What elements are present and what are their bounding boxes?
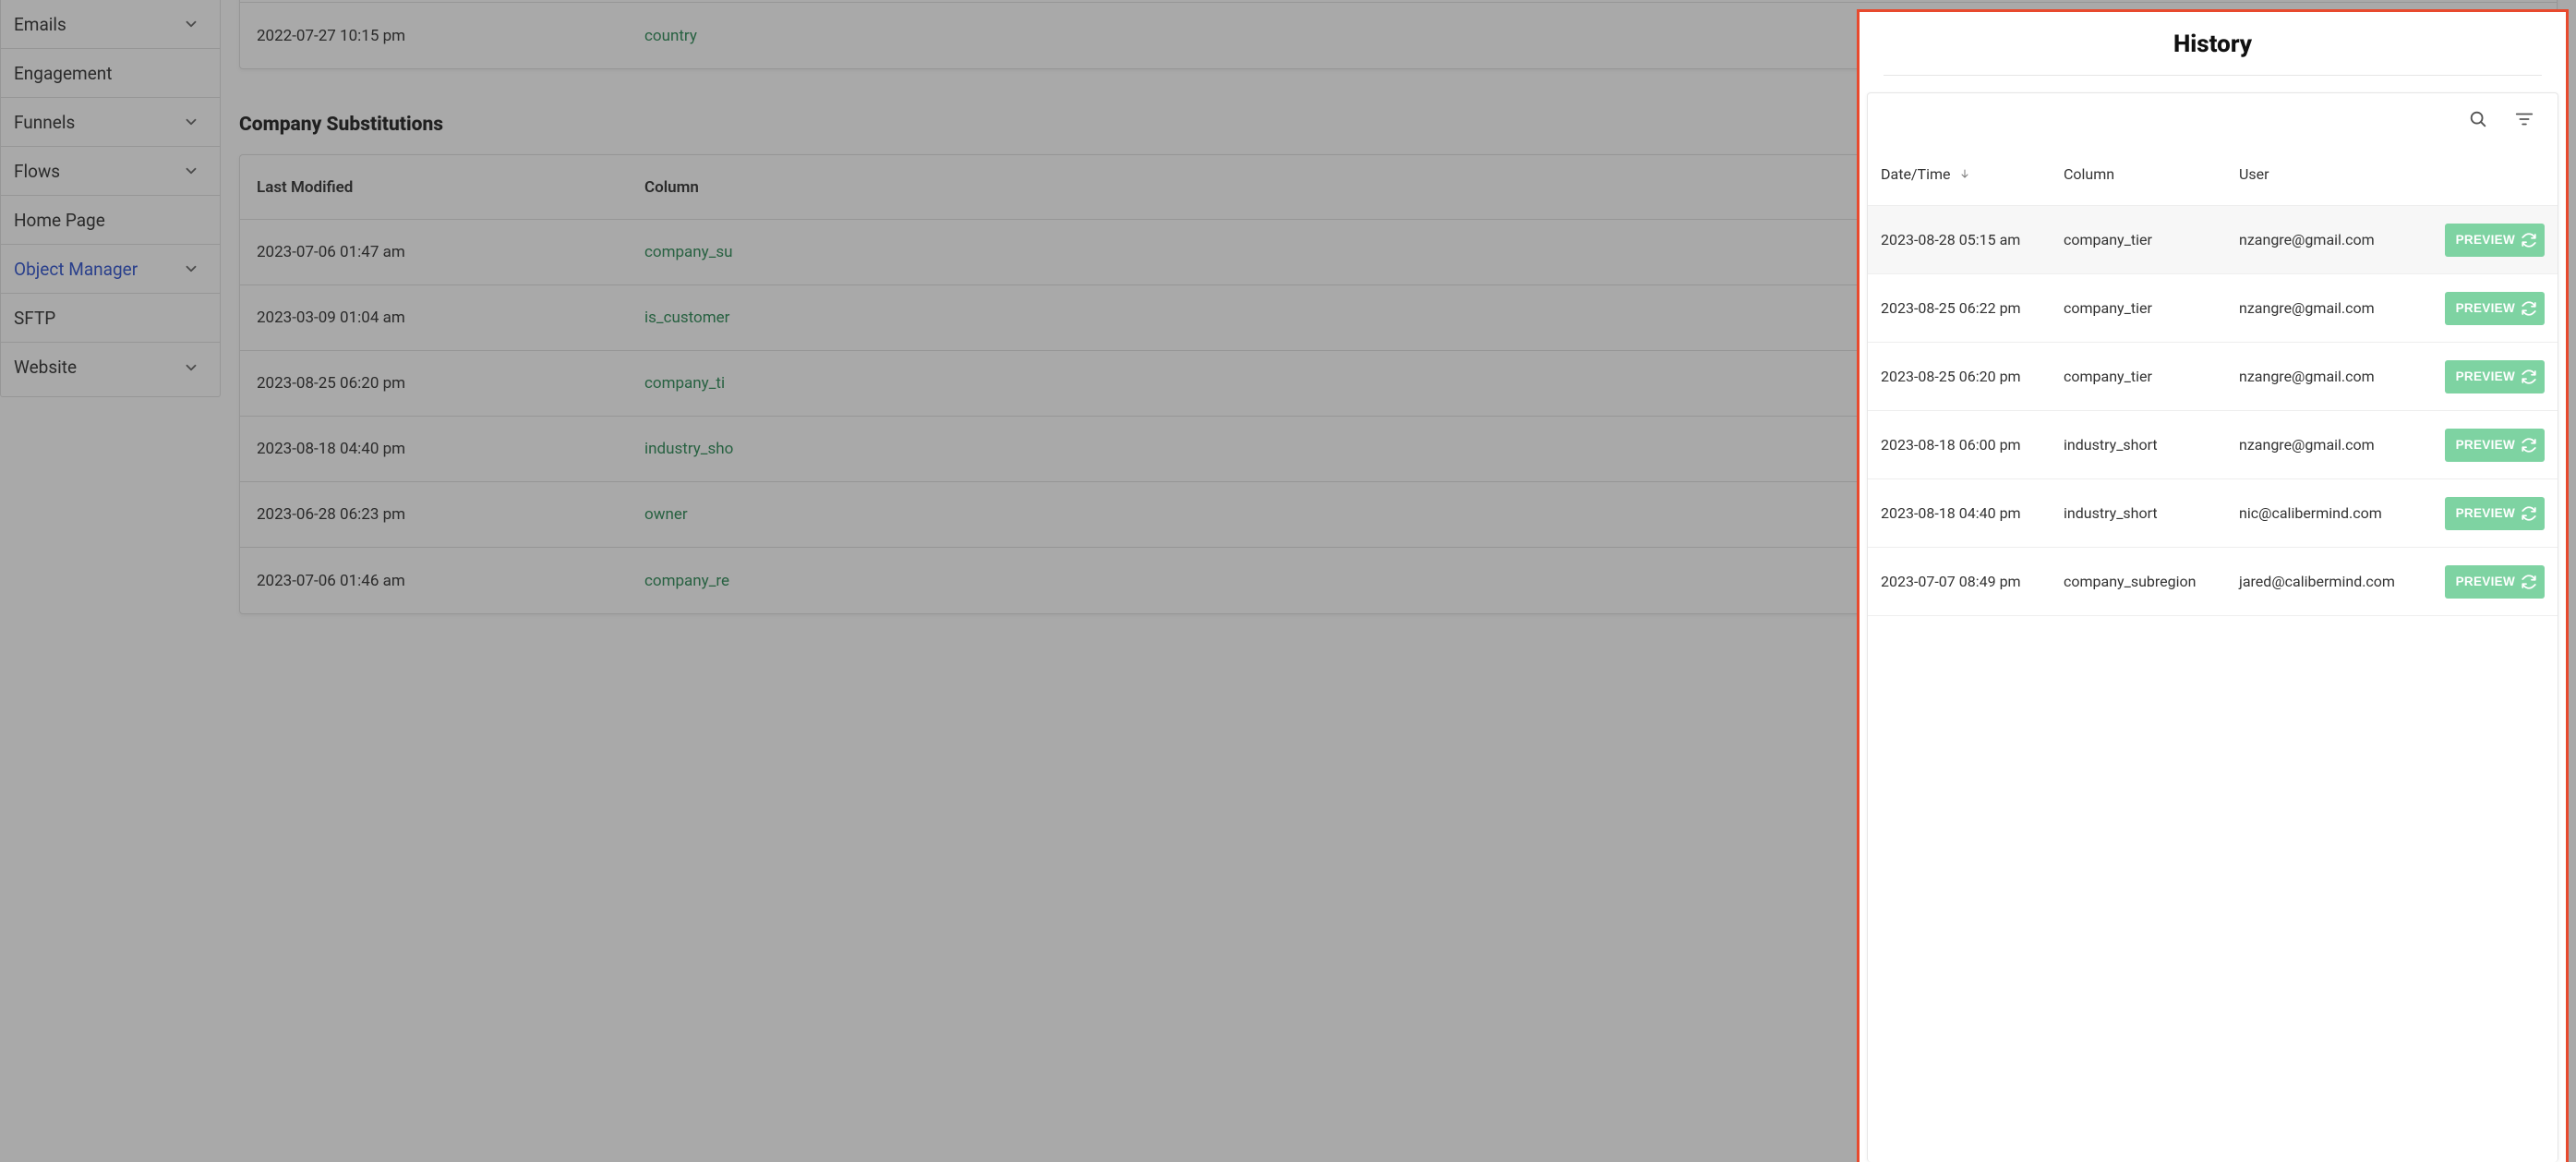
history-row[interactable]: 2023-08-18 04:40 pmindustry_shortnic@cal… xyxy=(1868,479,2558,548)
cell-user: jared@calibermind.com xyxy=(2239,573,2441,590)
cell-date: 2023-08-18 04:40 pm xyxy=(1881,504,2064,522)
preview-button[interactable]: PREVIEW xyxy=(2445,429,2545,462)
preview-label: PREVIEW xyxy=(2456,301,2515,315)
header-label: Date/Time xyxy=(1881,165,1950,183)
header-column[interactable]: Column xyxy=(2064,165,2239,183)
cell-column: company_subregion xyxy=(2064,573,2239,590)
preview-button[interactable]: PREVIEW xyxy=(2445,497,2545,530)
drawer-title: History xyxy=(1860,12,2566,75)
cell-date: 2023-08-25 06:22 pm xyxy=(1881,299,2064,317)
history-row[interactable]: 2023-08-25 06:20 pmcompany_tiernzangre@g… xyxy=(1868,343,2558,411)
cell-user: nzangre@gmail.com xyxy=(2239,368,2441,385)
refresh-icon xyxy=(2521,505,2537,522)
refresh-icon xyxy=(2521,369,2537,385)
refresh-icon xyxy=(2521,300,2537,317)
preview-label: PREVIEW xyxy=(2456,575,2515,588)
history-card: Date/Time Column User 2023-08-28 05:15 a… xyxy=(1867,92,2558,1162)
history-row[interactable]: 2023-08-18 06:00 pmindustry_shortnzangre… xyxy=(1868,411,2558,479)
cell-user: nzangre@gmail.com xyxy=(2239,299,2441,317)
header-date-time[interactable]: Date/Time xyxy=(1881,165,2064,183)
history-header-row: Date/Time Column User xyxy=(1868,143,2558,206)
history-drawer: History Date/Time Column User 2023-08-28… xyxy=(1857,9,2569,1162)
cell-column: company_tier xyxy=(2064,368,2239,385)
refresh-icon xyxy=(2521,437,2537,454)
preview-button[interactable]: PREVIEW xyxy=(2445,360,2545,393)
cell-user: nzangre@gmail.com xyxy=(2239,231,2441,248)
cell-column: industry_short xyxy=(2064,436,2239,454)
preview-label: PREVIEW xyxy=(2456,233,2515,247)
cell-column: company_tier xyxy=(2064,299,2239,317)
history-row[interactable]: 2023-07-07 08:49 pmcompany_subregionjare… xyxy=(1868,548,2558,616)
sort-desc-icon xyxy=(1959,168,1970,183)
cell-date: 2023-08-25 06:20 pm xyxy=(1881,368,2064,385)
search-icon[interactable] xyxy=(2467,108,2489,130)
history-row[interactable]: 2023-08-28 05:15 amcompany_tiernzangre@g… xyxy=(1868,206,2558,274)
cell-user: nic@calibermind.com xyxy=(2239,504,2441,522)
preview-label: PREVIEW xyxy=(2456,506,2515,520)
divider xyxy=(1884,75,2542,76)
history-row[interactable]: 2023-08-25 06:22 pmcompany_tiernzangre@g… xyxy=(1868,274,2558,343)
cell-date: 2023-08-28 05:15 am xyxy=(1881,231,2064,248)
refresh-icon xyxy=(2521,574,2537,590)
preview-label: PREVIEW xyxy=(2456,369,2515,383)
preview-button[interactable]: PREVIEW xyxy=(2445,292,2545,325)
preview-button[interactable]: PREVIEW xyxy=(2445,224,2545,257)
filter-icon[interactable] xyxy=(2513,108,2535,130)
preview-label: PREVIEW xyxy=(2456,438,2515,452)
cell-date: 2023-07-07 08:49 pm xyxy=(1881,573,2064,590)
preview-button[interactable]: PREVIEW xyxy=(2445,565,2545,599)
header-user[interactable]: User xyxy=(2239,165,2441,183)
cell-column: company_tier xyxy=(2064,231,2239,248)
cell-column: industry_short xyxy=(2064,504,2239,522)
cell-date: 2023-08-18 06:00 pm xyxy=(1881,436,2064,454)
history-toolbar xyxy=(1868,93,2558,138)
refresh-icon xyxy=(2521,232,2537,248)
cell-user: nzangre@gmail.com xyxy=(2239,436,2441,454)
